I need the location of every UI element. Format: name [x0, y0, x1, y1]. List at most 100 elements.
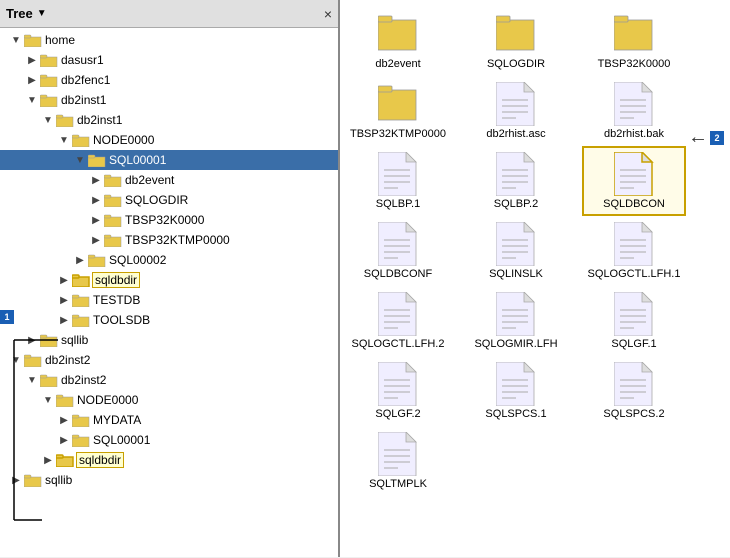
- toggle-node0000-2[interactable]: ▼: [40, 395, 56, 406]
- label-testdb: TESTDB: [93, 293, 140, 307]
- tree-close-button[interactable]: ×: [324, 6, 332, 22]
- file-item-sqlbp1[interactable]: SQLBP.1: [348, 148, 448, 214]
- tree-item-sql00001[interactable]: ▼ SQL00001: [0, 150, 338, 170]
- label-db2inst2: db2inst2: [45, 353, 90, 367]
- file-item-db2event[interactable]: db2event: [348, 8, 448, 74]
- toggle-db2fenc1[interactable]: ▶: [24, 75, 40, 86]
- toggle-sqllib2[interactable]: ▶: [8, 475, 24, 486]
- file-item-sqldbconf[interactable]: SQLDBCONF: [348, 218, 448, 284]
- file-label-sqlgf1: SQLGF.1: [611, 338, 656, 350]
- tree-header: Tree ▼ ×: [0, 0, 338, 28]
- tree-dropdown-icon[interactable]: ▼: [37, 8, 47, 19]
- file-item-tbsp32k0000[interactable]: TBSP32K0000: [584, 8, 684, 74]
- file-item-sqlogdir[interactable]: SQLOGDIR: [466, 8, 566, 74]
- file-item-sqlspcs2[interactable]: SQLSPCS.2: [584, 358, 684, 424]
- tree-item-home[interactable]: ▼ home: [0, 30, 338, 50]
- toggle-testdb[interactable]: ▶: [56, 295, 72, 306]
- file-item-tbsp32ktmp0000[interactable]: TBSP32KTMP0000: [348, 78, 448, 144]
- toggle-sql00001-2[interactable]: ▶: [56, 435, 72, 446]
- tree-item-sqllib1[interactable]: ▶ sqllib: [0, 330, 338, 350]
- toggle-node0000[interactable]: ▼: [56, 135, 72, 146]
- toggle-sql00001[interactable]: ▼: [72, 155, 88, 166]
- tree-item-node0000-2[interactable]: ▼ NODE0000: [0, 390, 338, 410]
- toggle-mydata[interactable]: ▶: [56, 415, 72, 426]
- file-item-sqlbp2[interactable]: SQLBP.2: [466, 148, 566, 214]
- tree-item-db2inst2[interactable]: ▼ db2inst2: [0, 350, 338, 370]
- toggle-db2inst2[interactable]: ▼: [8, 355, 24, 366]
- tree-item-sql00002[interactable]: ▶ SQL00002: [0, 250, 338, 270]
- tree-item-sqlogdir[interactable]: ▶ SQLOGDIR: [0, 190, 338, 210]
- file-item-db2rhist-asc[interactable]: db2rhist.asc: [466, 78, 566, 144]
- tree-item-sqldbdir1[interactable]: ▶ sqldbdir: [0, 270, 338, 290]
- toggle-db2inst2-sub[interactable]: ▼: [24, 375, 40, 386]
- folder-icon-sqllib2: [24, 473, 42, 487]
- file-item-db2rhist-bak[interactable]: db2rhist.bak: [584, 78, 684, 144]
- toggle-sqldbdir1[interactable]: ▶: [56, 275, 72, 286]
- toggle-sqldbdir2[interactable]: ▶: [40, 455, 56, 466]
- toggle-home[interactable]: ▼: [8, 35, 24, 46]
- arrow-left-icon: ←: [688, 126, 708, 149]
- file-item-sqlogctl-lfh2[interactable]: SQLOGCTL.LFH.2: [348, 288, 448, 354]
- label-sqldbdir2: sqldbdir: [77, 453, 123, 467]
- file-folder-icon-tbsp32ktmp0000: [378, 82, 418, 126]
- file-item-sqlogmir-lfh[interactable]: SQLOGMIR.LFH: [466, 288, 566, 354]
- folder-icon-home: [24, 33, 42, 47]
- file-label-sqldbconf: SQLDBCONF: [364, 268, 432, 280]
- file-doc-icon-sqldbcon: [614, 152, 654, 196]
- file-doc-icon-db2rhist-bak: [614, 82, 654, 126]
- tree-item-sql00001-2[interactable]: ▶ SQL00001: [0, 430, 338, 450]
- tree-item-sqldbdir2[interactable]: ▶ sqldbdir: [0, 450, 338, 470]
- toggle-db2event[interactable]: ▶: [88, 175, 104, 186]
- folder-icon-sqlogdir: [104, 193, 122, 207]
- folder-icon-node0000: [72, 133, 90, 147]
- file-label-sqlogctl-lfh2: SQLOGCTL.LFH.2: [352, 338, 445, 350]
- folder-icon-sql00001: [88, 153, 106, 167]
- tree-item-toolsdb[interactable]: ▶ TOOLSDB: [0, 310, 338, 330]
- file-item-sqlspcs1[interactable]: SQLSPCS.1: [466, 358, 566, 424]
- label-sqldbdir1: sqldbdir: [93, 273, 139, 287]
- tree-item-dasusr1[interactable]: ▶ dasusr1: [0, 50, 338, 70]
- toggle-toolsdb[interactable]: ▶: [56, 315, 72, 326]
- file-doc-icon-sqlbp2: [496, 152, 536, 196]
- tree-item-sqllib2[interactable]: ▶ sqllib: [0, 470, 338, 490]
- toggle-tbsp32ktmp0000[interactable]: ▶: [88, 235, 104, 246]
- tree-item-db2inst1-sub[interactable]: ▼ db2inst1: [0, 110, 338, 130]
- toggle-tbsp32k0000[interactable]: ▶: [88, 215, 104, 226]
- file-item-sqldbcon[interactable]: SQLDBCON: [584, 148, 684, 214]
- label-toolsdb: TOOLSDB: [93, 313, 150, 327]
- toggle-sql00002[interactable]: ▶: [72, 255, 88, 266]
- label-node0000: NODE0000: [93, 133, 154, 147]
- folder-icon-db2inst1: [40, 93, 58, 107]
- tree-item-db2inst2-sub[interactable]: ▼ db2inst2: [0, 370, 338, 390]
- label-node0000-2: NODE0000: [77, 393, 138, 407]
- label-mydata: MYDATA: [93, 413, 141, 427]
- toggle-sqllib1[interactable]: ▶: [24, 335, 40, 346]
- file-item-sqlgf1[interactable]: SQLGF.1: [584, 288, 684, 354]
- tree-panel: Tree ▼ × ▼ home ▶ dasusr1 ▶ db2fenc1: [0, 0, 340, 557]
- folder-icon-sqldbdir1: [72, 273, 90, 287]
- file-label-sqlspcs1: SQLSPCS.1: [485, 408, 546, 420]
- tree-item-db2event[interactable]: ▶ db2event: [0, 170, 338, 190]
- file-doc-icon-sqlogctl-lfh1: [614, 222, 654, 266]
- file-item-sqlgf2[interactable]: SQLGF.2: [348, 358, 448, 424]
- toggle-db2inst1[interactable]: ▼: [24, 95, 40, 106]
- file-folder-icon-tbsp32k0000: [614, 12, 654, 56]
- toggle-dasusr1[interactable]: ▶: [24, 55, 40, 66]
- tree-item-db2inst1[interactable]: ▼ db2inst1: [0, 90, 338, 110]
- tree-item-testdb[interactable]: ▶ TESTDB: [0, 290, 338, 310]
- folder-icon-db2inst2: [24, 353, 42, 367]
- file-item-sqlogctl-lfh1[interactable]: SQLOGCTL.LFH.1: [584, 218, 684, 284]
- toggle-db2inst1-sub[interactable]: ▼: [40, 115, 56, 126]
- file-item-sqlinslk[interactable]: SQLINSLK: [466, 218, 566, 284]
- tree-item-db2fenc1[interactable]: ▶ db2fenc1: [0, 70, 338, 90]
- file-item-sqltmplk[interactable]: SQLTMPLK: [348, 428, 448, 494]
- folder-icon-toolsdb: [72, 313, 90, 327]
- label-sqllib1: sqllib: [61, 333, 88, 347]
- folder-icon-tbsp32k0000: [104, 213, 122, 227]
- tree-item-mydata[interactable]: ▶ MYDATA: [0, 410, 338, 430]
- label-sql00001: SQL00001: [109, 153, 166, 167]
- tree-item-tbsp32ktmp0000[interactable]: ▶ TBSP32KTMP0000: [0, 230, 338, 250]
- toggle-sqlogdir[interactable]: ▶: [88, 195, 104, 206]
- tree-item-node0000[interactable]: ▼ NODE0000: [0, 130, 338, 150]
- tree-item-tbsp32k0000[interactable]: ▶ TBSP32K0000: [0, 210, 338, 230]
